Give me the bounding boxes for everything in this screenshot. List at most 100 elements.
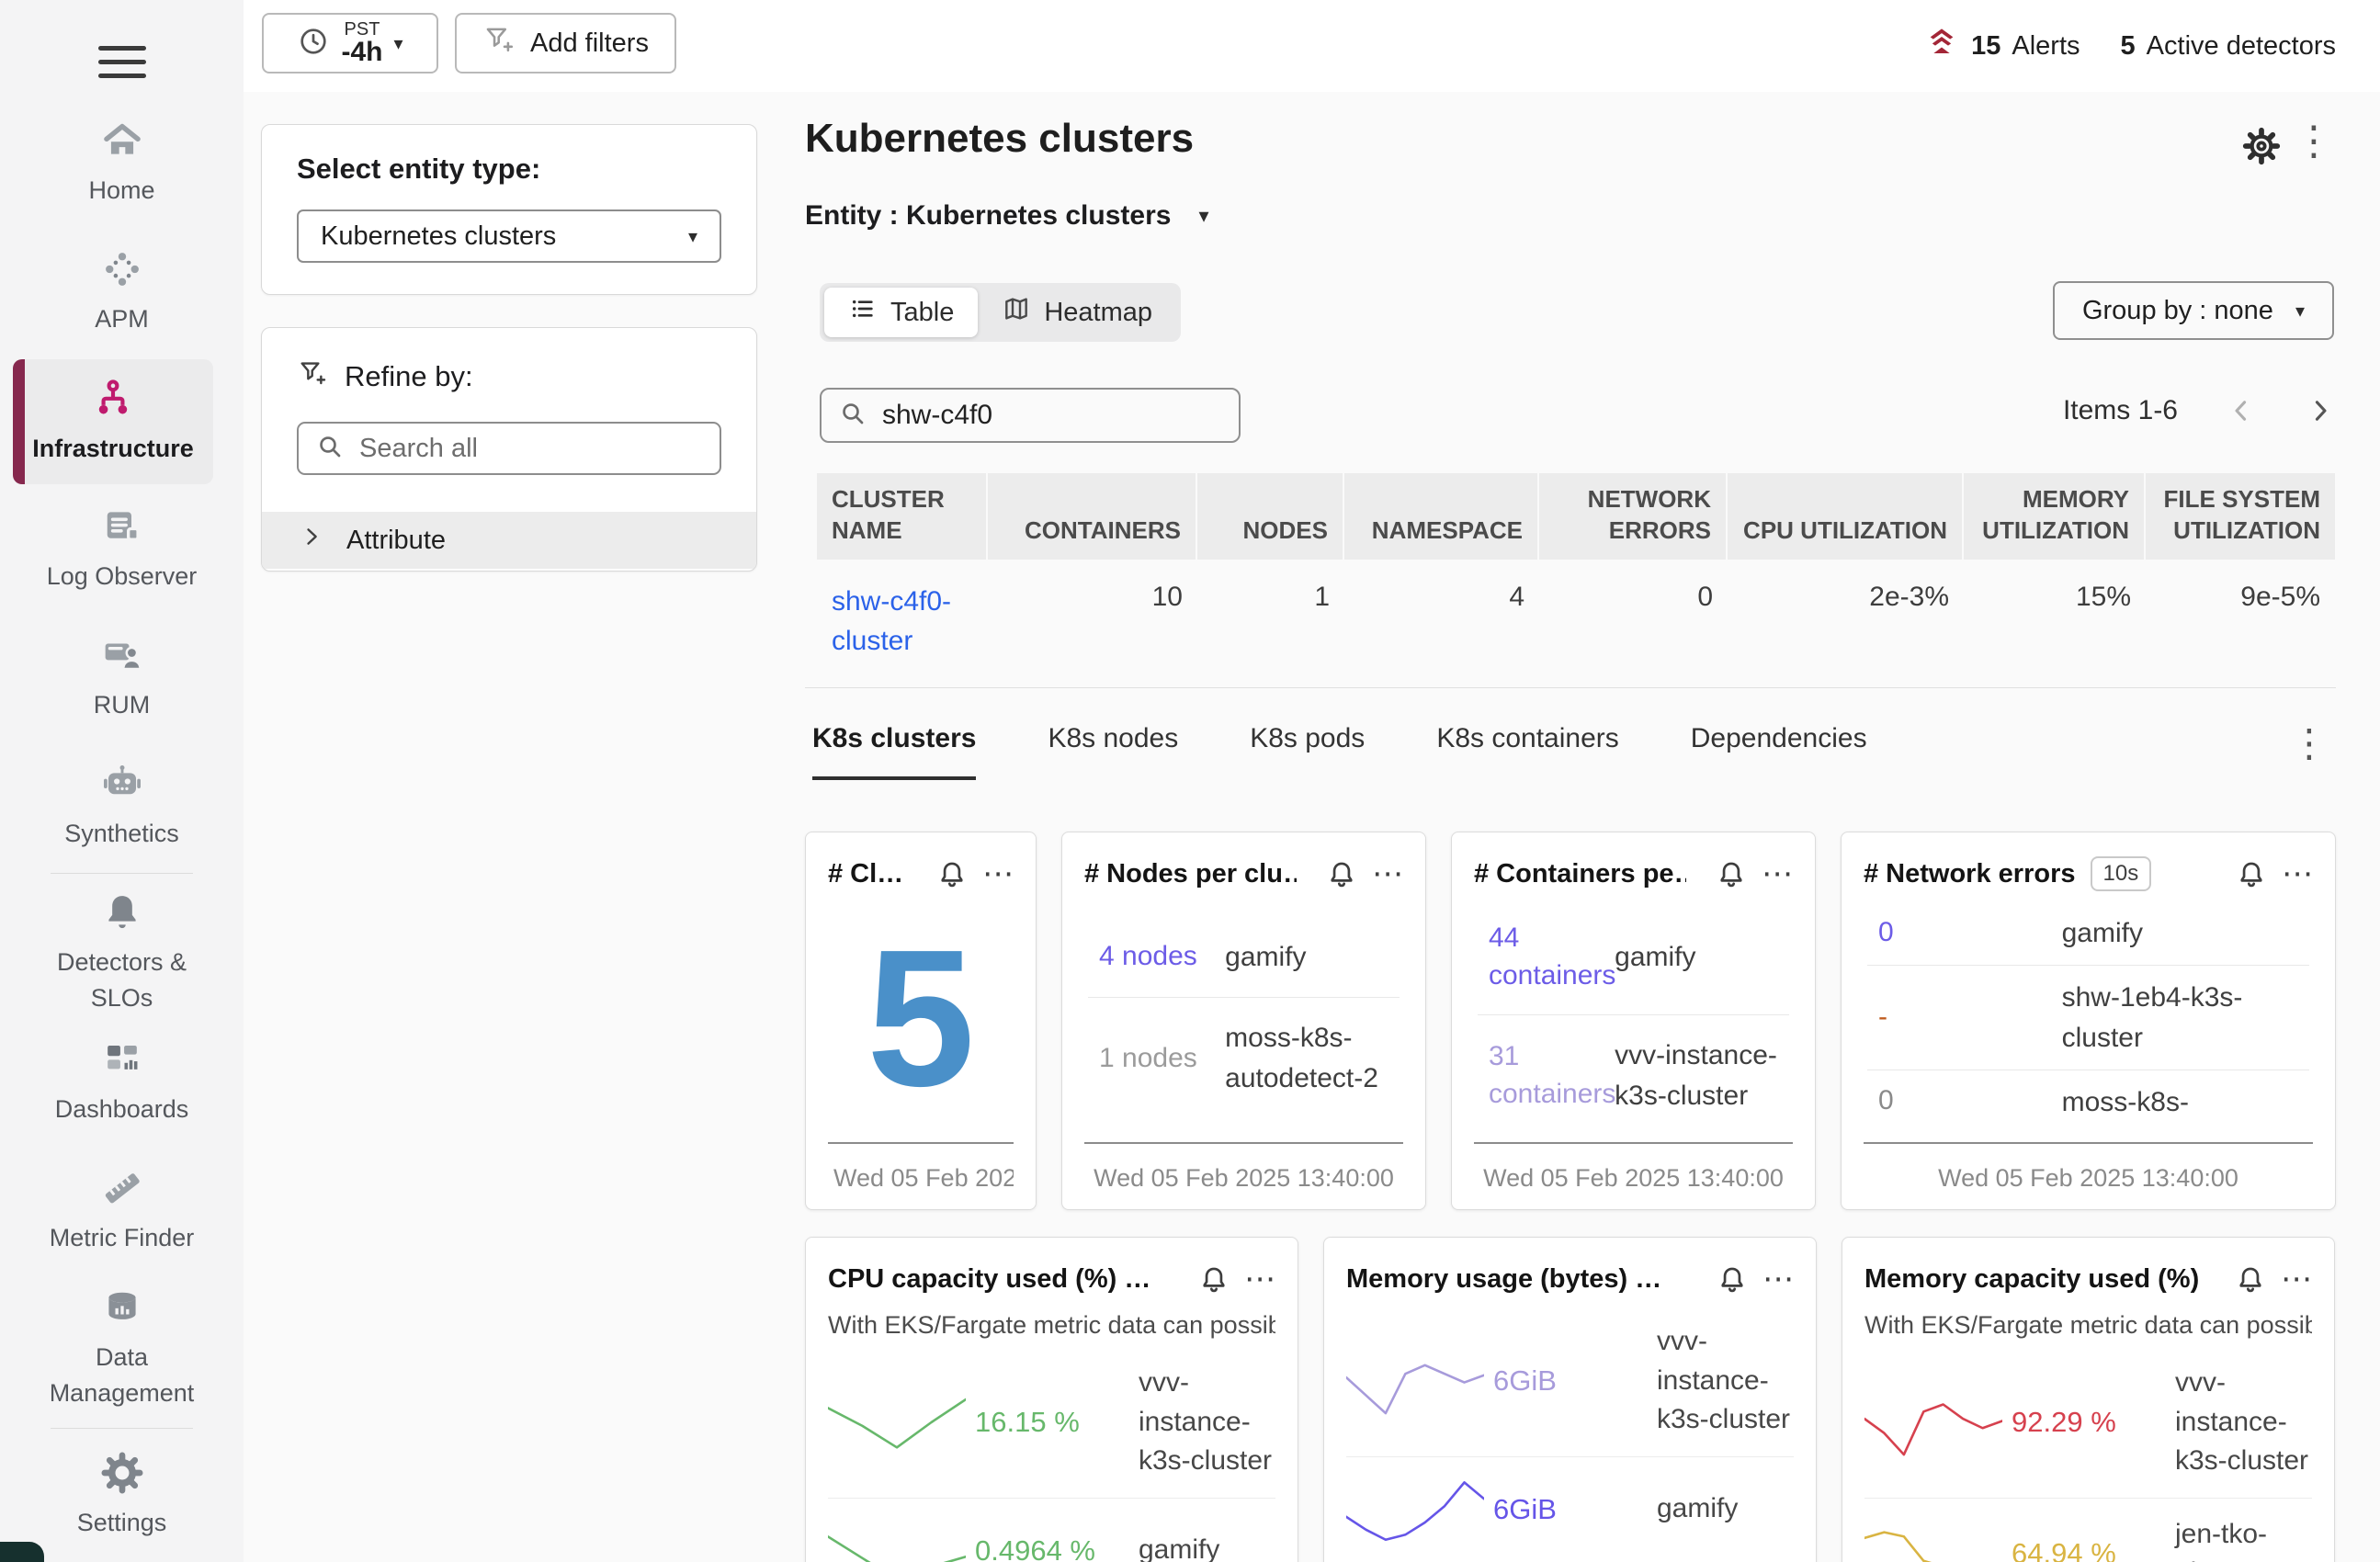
data-management-icon — [99, 1285, 145, 1330]
chevron-left-icon[interactable] — [2226, 395, 2257, 426]
cluster-link[interactable]: shw-c4f0-cluster — [832, 582, 973, 662]
kebab-icon[interactable]: ⋯ — [1762, 1263, 1794, 1295]
card-header: CPU capacity used (%) …⋯ — [828, 1260, 1275, 1298]
row-label: gamify — [1657, 1489, 1794, 1529]
dashboards-icon — [99, 1036, 145, 1082]
sidebar-item-synthetics[interactable]: Synthetics — [0, 761, 244, 852]
column-header-cpu-utilization[interactable]: CPU UTILIZATION — [1728, 473, 1964, 560]
gear-icon[interactable] — [2240, 125, 2283, 167]
card-rows: 16.15 %vvv-instance-k3s-cluster0.4964 %g… — [828, 1347, 1275, 1562]
bell-icon[interactable] — [1716, 858, 1747, 889]
card-memory-capacity-used: Memory capacity used (%) …⋯With EKS/Farg… — [1842, 1237, 2335, 1562]
card-row: -shw-1eb4-k3s-cluster — [1867, 965, 2309, 1070]
chevron-down-icon: ▾ — [1198, 204, 1208, 228]
sidebar-divider — [51, 873, 193, 874]
add-filters-button[interactable]: Add filters — [455, 13, 676, 74]
clusters-table-row: shw-c4f0-cluster101402e-3%15%9e-5% — [817, 560, 2335, 684]
refine-search-input[interactable] — [357, 433, 703, 465]
metric-finder-icon — [99, 1165, 145, 1211]
table-cell-cpu-utilization: 2e-3% — [1728, 560, 1964, 684]
bell-icon[interactable] — [2235, 1263, 2266, 1295]
bell-icon[interactable] — [1717, 1263, 1748, 1295]
kebab-icon[interactable]: ⋯ — [2281, 1263, 2312, 1295]
sidebar-item-infrastructure[interactable]: Infrastructure — [13, 359, 213, 484]
column-header-namespace[interactable]: NAMESPACE — [1344, 473, 1539, 560]
card-timestamp: Wed 05 Feb 2025 13:40:00 — [1864, 1144, 2313, 1193]
card-clusters-count: # Cl…⋯5Wed 05 Feb 2025 13:40:00 — [805, 832, 1037, 1210]
entity-type-heading: Select entity type: — [297, 153, 721, 186]
row-value: 31 containers — [1478, 1038, 1615, 1113]
column-header-memory-utilization[interactable]: MEMORY UTILIZATION — [1964, 473, 2146, 560]
sidebar-item-settings[interactable]: Settings — [0, 1450, 244, 1541]
column-header-containers[interactable]: CONTAINERS — [988, 473, 1197, 560]
kebab-icon[interactable]: ⋯ — [982, 858, 1014, 889]
group-by-label: Group by : none — [2082, 296, 2273, 326]
table-cell-memory-utilization: 15% — [1964, 560, 2146, 684]
tab-k8s-containers[interactable]: K8s containers — [1436, 723, 1618, 780]
view-toggle-table[interactable]: Table — [824, 288, 978, 337]
view-toggle-heatmap[interactable]: Heatmap — [978, 288, 1176, 337]
kebab-icon[interactable]: ⋯ — [2282, 858, 2313, 889]
sidebar-item-detectors-slos[interactable]: Detectors & SLOs — [0, 889, 244, 1016]
chevron-right-icon[interactable] — [2305, 395, 2336, 426]
sidebar-item-data-management[interactable]: Data Management — [0, 1285, 244, 1411]
log-observer-icon — [99, 504, 145, 549]
row-value: 16.15 % — [975, 1406, 1129, 1439]
sidebar-item-label: Metric Finder — [26, 1220, 219, 1256]
alerts-indicator[interactable]: 15 Alerts — [1923, 24, 2080, 68]
alerts-count: 15 — [1971, 31, 2000, 62]
tab-dependencies[interactable]: Dependencies — [1691, 723, 1867, 780]
row-value: 64.94 % — [2012, 1537, 2166, 1562]
kebab-icon[interactable]: ⋯ — [1762, 858, 1793, 889]
entity-selector-label: Entity : Kubernetes clusters — [805, 200, 1171, 232]
menu-icon[interactable] — [98, 37, 146, 87]
card-row: 6GiBgamify — [1346, 1456, 1794, 1562]
card-header: # Cl… ⋯ — [828, 855, 1014, 893]
column-header-cluster-name[interactable]: CLUSTER NAME — [817, 473, 988, 560]
tab-k8s-clusters[interactable]: K8s clusters — [812, 723, 976, 780]
refine-search — [297, 422, 721, 475]
sidebar-item-log-observer[interactable]: Log Observer — [0, 504, 244, 594]
tab-k8s-nodes[interactable]: K8s nodes — [1048, 723, 1178, 780]
sparkline — [828, 1387, 966, 1458]
card-memory-usage: Memory usage (bytes) …⋯6GiBvvv-instance-… — [1323, 1237, 1817, 1562]
sidebar-item-metric-finder[interactable]: Metric Finder — [0, 1165, 244, 1256]
sidebar-item-label: Settings — [26, 1505, 219, 1541]
card-title: # Cl… — [828, 859, 903, 889]
topbar-right: 15 Alerts 5 Active detectors — [1923, 0, 2336, 92]
time-range-picker[interactable]: PST -4h ▾ — [262, 13, 438, 74]
table-cell-network-errors: 0 — [1539, 560, 1728, 684]
card-header: # Nodes per clu…⋯ — [1084, 855, 1403, 893]
bell-icon[interactable] — [1326, 858, 1357, 889]
column-header-network-errors[interactable]: NETWORK ERRORS — [1539, 473, 1728, 560]
map-icon — [1002, 294, 1031, 331]
group-by-select[interactable]: Group by : none ▾ — [2053, 281, 2334, 340]
entity-type-select[interactable]: Kubernetes clusters ▾ — [297, 209, 721, 263]
summary-cards-row: # Cl…⋯5Wed 05 Feb 2025 13:40:00# Nodes p… — [805, 832, 2336, 1210]
topbar: PST -4h ▾ Add filters 15 Alerts 5 Active… — [244, 0, 2380, 92]
bell-icon[interactable] — [936, 858, 968, 889]
sidebar-item-dashboards[interactable]: Dashboards — [0, 1036, 244, 1127]
entity-selector[interactable]: Entity : Kubernetes clusters ▾ — [805, 200, 1208, 232]
column-header-file-system-utilization[interactable]: FILE SYSTEM UTILIZATION — [2146, 473, 2335, 560]
kebab-icon[interactable]: ⋮ — [2294, 121, 2334, 162]
sidebar-item-rum[interactable]: RUM — [0, 632, 244, 723]
tab-k8s-pods[interactable]: K8s pods — [1250, 723, 1365, 780]
sidebar-item-label: RUM — [26, 687, 219, 723]
kebab-icon[interactable]: ⋯ — [1372, 858, 1403, 889]
bell-icon[interactable] — [1198, 1263, 1230, 1295]
active-detectors-indicator[interactable]: 5 Active detectors — [2121, 31, 2336, 62]
kebab-icon[interactable]: ⋮ — [2290, 724, 2329, 763]
kebab-icon[interactable]: ⋯ — [1244, 1263, 1275, 1295]
card-row: 44 containersgamify — [1478, 900, 1789, 1014]
bell-icon[interactable] — [2236, 858, 2267, 889]
sidebar-item-label: Detectors & SLOs — [26, 945, 219, 1016]
chevron-down-icon: ▾ — [393, 32, 402, 55]
sidebar-item-apm[interactable]: APM — [0, 246, 244, 337]
sidebar-item-home[interactable]: Home — [0, 118, 244, 209]
cluster-search-input[interactable] — [880, 399, 1222, 432]
attribute-group-row[interactable]: Attribute — [262, 512, 756, 569]
corner-widget[interactable] — [0, 1542, 44, 1562]
page-title: Kubernetes clusters — [805, 116, 1194, 162]
column-header-nodes[interactable]: NODES — [1197, 473, 1344, 560]
